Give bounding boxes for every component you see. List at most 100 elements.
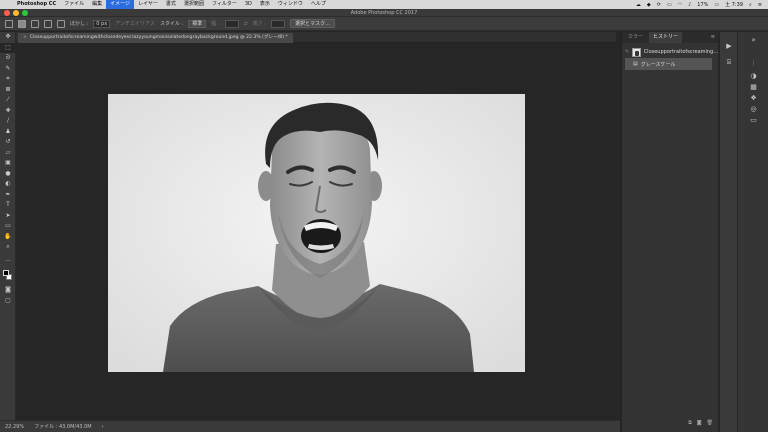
healing-brush-tool-icon[interactable]: ✚ — [0, 106, 16, 117]
panel-menu-icon[interactable]: ≡ — [711, 32, 715, 43]
width-label: 幅 : — [211, 21, 220, 27]
move-tool-icon[interactable]: ✥ — [0, 32, 16, 43]
blur-tool-icon[interactable]: ● — [0, 169, 16, 180]
styles-icon[interactable]: ▦ — [738, 81, 768, 92]
style-select[interactable]: 標準 — [188, 19, 207, 28]
crop-tool-icon[interactable]: ⌗ — [0, 74, 16, 85]
intersect-selection-icon[interactable] — [57, 19, 65, 28]
menu-select[interactable]: 選択範囲 — [180, 0, 208, 9]
document-tab[interactable]: × Closeupportraitofscreamingwithclosedeye… — [18, 33, 293, 43]
screen-icon[interactable]: ▭ — [667, 2, 672, 8]
menu-help[interactable]: ヘルプ — [307, 0, 330, 9]
new-snapshot-icon[interactable]: ◙ — [697, 420, 702, 430]
foreground-color-swatch[interactable] — [3, 270, 9, 276]
history-panel-icon[interactable]: ⌸ — [720, 56, 738, 68]
lasso-tool-icon[interactable]: ᘐ — [0, 53, 16, 64]
clock[interactable]: 土 7:39 — [725, 1, 743, 8]
pen-tool-icon[interactable]: ✒ — [0, 190, 16, 201]
eraser-tool-icon[interactable]: ▱ — [0, 148, 16, 159]
tab-history[interactable]: ヒストリー — [649, 32, 683, 43]
quick-select-tool-icon[interactable]: ✎ — [0, 64, 16, 75]
subtract-selection-icon[interactable] — [44, 19, 52, 28]
panel-collapse-icon[interactable]: » — [738, 34, 768, 45]
path-select-tool-icon[interactable]: ➤ — [0, 211, 16, 222]
tools-panel: ✥ ⬚ ᘐ ✎ ⌗ ⊠ ⁄ ✚ ∕ ♟ ↺ ▱ ▣ ● ◐ ✒ T ➤ ▭ ✋ … — [0, 32, 16, 420]
status-menu-arrow[interactable]: › — [102, 424, 104, 430]
quick-mask-icon[interactable]: ◙ — [0, 285, 16, 296]
delete-state-icon[interactable]: 🗑 — [707, 420, 713, 430]
menu-3d[interactable]: 3D — [241, 0, 256, 9]
menu-file[interactable]: ファイル — [60, 0, 88, 9]
grayscale-step-icon: ▤ — [633, 61, 638, 67]
more-tools-icon[interactable]: ··· — [0, 257, 16, 268]
libraries-icon[interactable]: ⫶ — [738, 59, 768, 70]
close-tab-icon[interactable]: × — [23, 35, 27, 40]
play-actions-icon[interactable]: ▶ — [720, 40, 738, 52]
status-menu-area: ☁ ◆ ⟳ ▭ ◠ ♪ 17% ▭ 土 7:39 ⌕ ≡ — [636, 1, 768, 9]
clone-stamp-tool-icon[interactable]: ♟ — [0, 127, 16, 138]
snapshot-label: Closeupportraitofscreaming... — [643, 49, 718, 55]
antialias-checkbox[interactable]: アンチエイリアス — [115, 20, 155, 27]
eyedropper-tool-icon[interactable]: ⁄ — [0, 95, 16, 106]
history-brush-source-icon[interactable]: ✎ — [625, 49, 629, 55]
height-input[interactable] — [271, 19, 286, 28]
document-image[interactable] — [108, 94, 525, 372]
volume-icon[interactable]: ♪ — [688, 2, 691, 8]
type-tool-icon[interactable]: T — [0, 200, 16, 211]
width-input[interactable] — [224, 19, 239, 28]
menu-edit[interactable]: 編集 — [88, 0, 106, 9]
sync-icon[interactable]: ⟳ — [657, 2, 661, 8]
mac-menu-bar: Photoshop CC ファイル 編集 イメージ レイヤー 書式 選択範囲 フ… — [0, 0, 768, 9]
menu-window[interactable]: ウィンドウ — [274, 0, 307, 9]
battery-icon[interactable]: ▭ — [714, 2, 719, 8]
layers-icon[interactable]: ❖ — [738, 92, 768, 103]
menu-app-photoshop[interactable]: Photoshop CC — [13, 0, 60, 9]
history-snapshot[interactable]: ✎ Closeupportraitofscreaming... — [622, 46, 718, 58]
marquee-tool-preset-icon[interactable] — [5, 19, 13, 28]
gradient-tool-icon[interactable]: ▣ — [0, 158, 16, 169]
menu-filter[interactable]: フィルター — [208, 0, 241, 9]
tab-color[interactable]: カラー — [624, 32, 647, 43]
dodge-tool-icon[interactable]: ◐ — [0, 179, 16, 190]
file-size-info: ファイル : 43.0M/43.0M — [34, 424, 92, 430]
style-label: スタイル : — [160, 21, 184, 27]
search-icon[interactable]: ⌕ — [749, 2, 752, 8]
window-title: Adobe Photoshop CC 2017 — [350, 10, 418, 16]
screaming-man-photo — [108, 94, 525, 372]
zoom-tool-icon[interactable]: ⌕ — [0, 242, 16, 253]
history-brush-tool-icon[interactable]: ↺ — [0, 137, 16, 148]
battery-percent[interactable]: 17% — [697, 2, 708, 8]
document-tab-title: Closeupportraitofscreamingwithclosedeyes… — [29, 35, 288, 40]
cloud-icon[interactable]: ☁ — [636, 2, 641, 8]
history-step[interactable]: ▤ グレースケール — [625, 58, 712, 70]
add-selection-icon[interactable] — [31, 19, 39, 28]
dropbox-icon[interactable]: ◆ — [647, 2, 651, 8]
rectangle-tool-icon[interactable]: ▭ — [0, 221, 16, 232]
swap-icon[interactable]: ⇄ — [244, 21, 248, 27]
wifi-icon[interactable]: ◠ — [678, 2, 682, 8]
history-panel: カラー ヒストリー ≡ ✎ Closeupportraitofscreaming… — [621, 32, 718, 432]
height-label: 高さ : — [252, 21, 267, 27]
canvas-area[interactable] — [16, 43, 616, 420]
zoom-level[interactable]: 22.29% — [5, 424, 24, 430]
feather-input[interactable]: 0 px — [93, 19, 111, 28]
menu-layer[interactable]: レイヤー — [134, 0, 162, 9]
rect-marquee-tool-icon[interactable]: ⬚ — [0, 42, 16, 53]
brush-tool-icon[interactable]: ∕ — [0, 116, 16, 127]
screen-mode-icon[interactable]: ▢ — [0, 296, 16, 307]
color-swatches[interactable] — [0, 267, 16, 285]
panel-tabs: カラー ヒストリー ≡ — [622, 32, 718, 43]
feather-label: ぼかし : — [70, 21, 89, 27]
select-and-mask-button[interactable]: 選択とマスク... — [290, 19, 335, 28]
menu-image[interactable]: イメージ — [106, 0, 135, 9]
new-document-from-state-icon[interactable]: ⧉ — [688, 420, 692, 430]
paths-icon[interactable]: ▭ — [738, 114, 768, 125]
list-icon[interactable]: ≡ — [758, 2, 762, 8]
adjustments-icon[interactable]: ◑ — [738, 70, 768, 81]
menu-type[interactable]: 書式 — [162, 0, 180, 9]
frame-tool-icon[interactable]: ⊠ — [0, 85, 16, 96]
hand-tool-icon[interactable]: ✋ — [0, 232, 16, 243]
new-selection-icon[interactable] — [18, 19, 26, 28]
menu-view[interactable]: 表示 — [256, 0, 274, 9]
channels-icon[interactable]: ◎ — [738, 103, 768, 114]
